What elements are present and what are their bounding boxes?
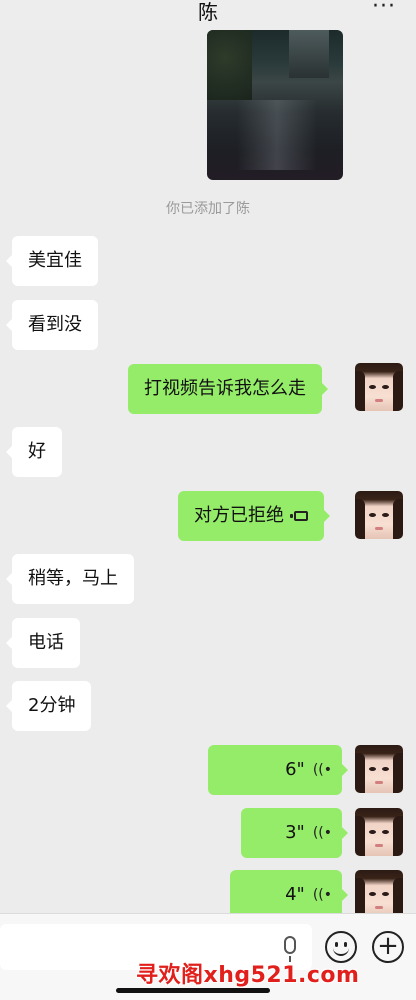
photo-tree [207,30,252,100]
voice-message[interactable]: 3" ((• [241,808,348,858]
incoming-message[interactable]: 美宜佳 [6,236,98,286]
photo-building [289,30,329,78]
outgoing-call-message[interactable]: 对方已拒绝 [178,491,330,541]
chat-header: 陈 ··· [0,0,416,30]
incoming-message[interactable]: 看到没 [6,300,98,350]
voice-wave-icon: ((• [312,762,332,778]
avatar[interactable] [355,491,403,539]
microphone-icon[interactable] [284,936,296,962]
more-options-icon[interactable]: ··· [372,0,396,18]
voice-duration: 3" [285,822,305,843]
chat-title: 陈 [198,0,218,24]
incoming-message[interactable]: 好 [6,427,62,477]
avatar[interactable] [355,363,403,411]
avatar[interactable] [355,870,403,918]
watermark-text: 寻欢阁xhg521.com [136,963,360,988]
avatar[interactable] [355,808,403,856]
incoming-message[interactable]: 稍等，马上 [6,554,134,604]
incoming-message[interactable]: 电话 [6,618,80,668]
system-message: 你已添加了陈 [166,201,250,217]
voice-message[interactable]: 6" ((• [208,745,348,795]
outgoing-message[interactable]: 打视频告诉我怎么走 [128,364,328,414]
call-status-text: 对方已拒绝 [194,505,284,526]
incoming-message[interactable]: 2分钟 [5,681,92,731]
avatar[interactable] [355,745,403,793]
photo-reflection [237,100,317,170]
voice-wave-icon: ((• [312,825,332,841]
video-call-icon [290,511,308,521]
voice-duration: 6" [285,759,305,780]
plus-icon[interactable]: + [372,931,404,963]
photo-message[interactable] [207,30,343,180]
